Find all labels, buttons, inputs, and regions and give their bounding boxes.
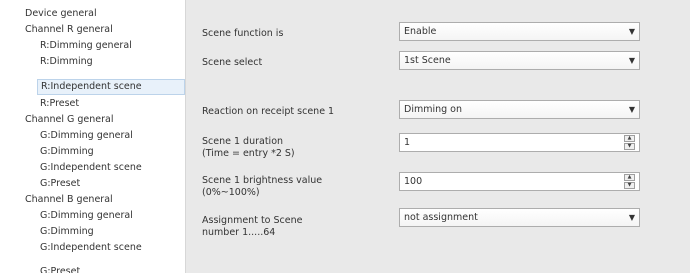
sidebar-item-g-dimming[interactable]: G:Dimming (40, 144, 200, 160)
sidebar-item-channel-r-general[interactable]: Channel R general (25, 22, 185, 38)
assignment-label-text: Assignment to Scene (202, 215, 303, 226)
duration-spinner: ▲ ▼ (624, 135, 635, 150)
reaction-value: Dimming on (404, 104, 463, 115)
brightness-spinner: ▲ ▼ (624, 174, 635, 189)
brightness-label: Scene 1 brightness value (0%~100%) (202, 175, 322, 199)
sidebar-item-b-preset[interactable]: G:Preset (40, 264, 200, 273)
assignment-value: not assignment (404, 212, 478, 223)
brightness-label-text: Scene 1 brightness value (202, 175, 323, 186)
parameter-panel: Scene function is Enable ▼ Scene select … (186, 0, 690, 273)
spin-down-icon[interactable]: ▼ (624, 143, 635, 150)
duration-input[interactable]: 1 ▲ ▼ (399, 133, 640, 152)
brightness-sublabel: (0%~100%) (202, 187, 260, 198)
chevron-down-icon: ▼ (628, 27, 635, 36)
sidebar-item-r-dimming-general[interactable]: R:Dimming general (40, 38, 200, 54)
scene-function-value: Enable (404, 26, 437, 37)
duration-value: 1 (404, 137, 411, 148)
reaction-select[interactable]: Dimming on ▼ (399, 100, 640, 119)
sidebar-item-r-independent-scene[interactable]: R:Independent scene (37, 79, 185, 95)
sidebar-item-r-dimming[interactable]: R:Dimming (40, 54, 200, 70)
sidebar-item-b-dimming[interactable]: G:Dimming (40, 224, 200, 240)
sidebar-item-b-dimming-general[interactable]: G:Dimming general (40, 208, 200, 224)
scene-function-label: Scene function is (202, 28, 284, 39)
chevron-down-icon: ▼ (628, 105, 635, 114)
brightness-input[interactable]: 100 ▲ ▼ (399, 172, 640, 191)
chevron-down-icon: ▼ (628, 56, 635, 65)
assignment-sublabel: number 1.....64 (202, 227, 276, 238)
scene-select-value: 1st Scene (404, 55, 451, 66)
duration-sublabel: (Time = entry *2 S) (202, 148, 295, 159)
scene-select-label: Scene select (202, 57, 263, 68)
sidebar-item-r-preset[interactable]: R:Preset (40, 96, 200, 112)
sidebar-item-channel-g-general[interactable]: Channel G general (25, 112, 185, 128)
sidebar-item-g-dimming-general[interactable]: G:Dimming general (40, 128, 200, 144)
sidebar-item-b-independent-scene[interactable]: G:Independent scene (40, 240, 200, 256)
spin-down-icon[interactable]: ▼ (624, 182, 635, 189)
sidebar-item-g-independent-scene[interactable]: G:Independent scene (40, 160, 200, 176)
scene-function-select[interactable]: Enable ▼ (399, 22, 640, 41)
sidebar-item-g-preset[interactable]: G:Preset (40, 176, 200, 192)
assignment-label: Assignment to Scene number 1.....64 (202, 215, 302, 239)
spin-up-icon[interactable]: ▲ (624, 135, 635, 142)
scene-select-dropdown[interactable]: 1st Scene ▼ (399, 51, 640, 70)
duration-label: Scene 1 duration (Time = entry *2 S) (202, 136, 295, 160)
sidebar-item-device-general[interactable]: Device general (25, 6, 185, 22)
reaction-label: Reaction on receipt scene 1 (202, 106, 335, 117)
navigation-sidebar: Device general Channel R general R:Dimmi… (0, 0, 186, 273)
assignment-select[interactable]: not assignment ▼ (399, 208, 640, 227)
duration-label-text: Scene 1 duration (202, 136, 284, 147)
sidebar-item-channel-b-general[interactable]: Channel B general (25, 192, 185, 208)
spin-up-icon[interactable]: ▲ (624, 174, 635, 181)
chevron-down-icon: ▼ (628, 213, 635, 222)
brightness-value: 100 (404, 176, 423, 187)
